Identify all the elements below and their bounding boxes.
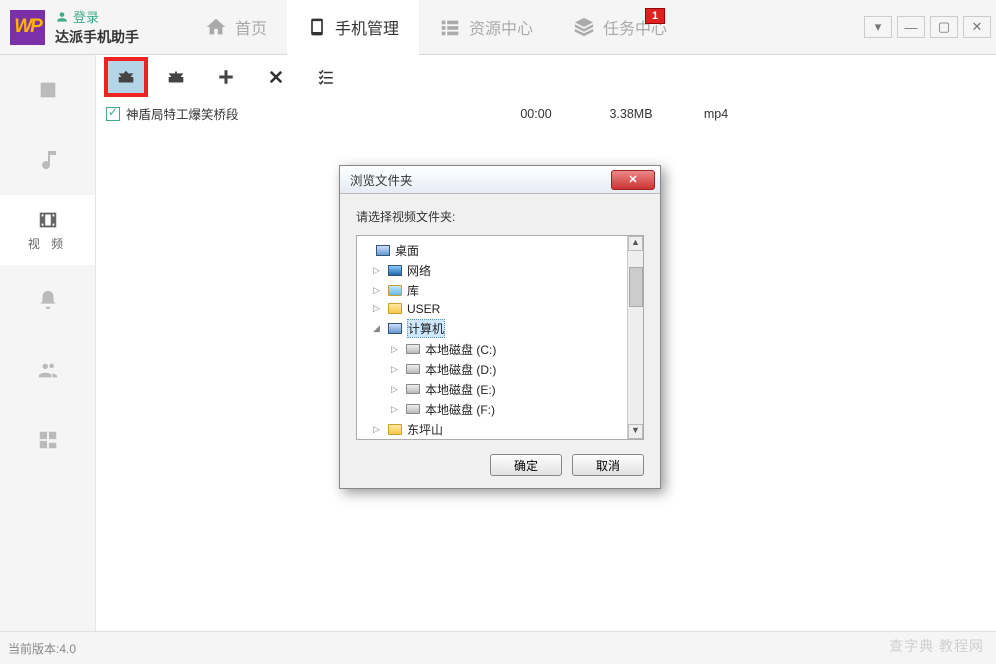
stack-icon [573,16,595,38]
tree-node-drive-d[interactable]: ▷本地磁盘 (D:) [359,359,641,379]
dialog-close-button[interactable]: ✕ [611,170,655,190]
tab-label: 首页 [235,15,267,39]
tree-node-computer[interactable]: ◢计算机 [359,317,641,339]
login-link[interactable]: 登录 [55,7,185,26]
sidebar-item-video[interactable]: 视 频 [0,195,95,265]
tree-label: 东坪山 [407,421,443,438]
dialog-body: 请选择视频文件夹: 桌面 ▷网络 ▷库 ▷USER ◢计算机 ▷本地磁盘 (C:… [340,194,660,488]
grid-icon [439,16,461,38]
tiles-icon [37,429,59,451]
tree-label: USER [407,302,440,316]
add-button[interactable] [204,57,248,97]
tab-tasks[interactable]: 任务中心 1 [553,0,687,55]
tree-node-desktop[interactable]: 桌面 [359,240,641,260]
tree-node-drive-c[interactable]: ▷本地磁盘 (C:) [359,339,641,359]
tab-resources[interactable]: 资源中心 [419,0,553,55]
sidebar-item-apps[interactable] [0,405,95,475]
browse-folder-dialog: 浏览文件夹 ✕ 请选择视频文件夹: 桌面 ▷网络 ▷库 ▷USER ◢计算机 ▷… [339,165,661,489]
list-item[interactable]: 神盾局特工爆笑桥段 00:00 3.38MB mp4 [100,101,996,126]
tree-node-library[interactable]: ▷库 [359,280,641,300]
people-icon [36,359,60,381]
tree-label: 本地磁盘 (E:) [425,381,496,398]
dialog-titlebar[interactable]: 浏览文件夹 ✕ [340,166,660,194]
tree-label: 网络 [407,262,431,279]
window-controls: ▾ — ▢ ✕ [859,16,996,38]
sidebar-item-images[interactable] [0,55,95,125]
task-badge: 1 [645,8,665,24]
select-all-button[interactable] [304,57,348,97]
tree-label: 桌面 [395,242,419,259]
tree-label: 本地磁盘 (C:) [425,341,496,358]
import-icon [114,66,138,88]
user-icon [55,10,69,24]
tree-node-drive-f[interactable]: ▷本地磁盘 (F:) [359,399,641,419]
row-checkbox[interactable] [106,107,120,121]
watermark: 查字典 教程网 [889,636,984,656]
maximize-button[interactable]: ▢ [930,16,958,38]
dropdown-button[interactable]: ▾ [864,16,892,38]
tree-node-user[interactable]: ▷USER [359,300,641,317]
tree-label: 本地磁盘 (D:) [425,361,496,378]
row-format: mp4 [676,107,756,121]
plus-icon [217,68,235,86]
home-icon [205,16,227,38]
cancel-button[interactable]: 取消 [572,454,644,476]
export-button[interactable] [154,57,198,97]
export-icon [164,66,188,88]
checklist-icon [315,68,337,86]
tab-label: 资源中心 [469,15,533,39]
dialog-buttons: 确定 取消 [356,454,644,476]
minimize-button[interactable]: — [897,16,925,38]
import-button[interactable] [104,57,148,97]
row-duration: 00:00 [486,107,586,121]
status-bar: 当前版本:4.0 [0,631,996,664]
toolbar [96,55,996,99]
delete-button[interactable] [254,57,298,97]
row-name: 神盾局特工爆笑桥段 [126,104,486,123]
login-label: 登录 [73,7,99,26]
tab-home[interactable]: 首页 [185,0,287,55]
tree-label: 库 [407,282,419,299]
row-size: 3.38MB [586,107,676,121]
close-button[interactable]: ✕ [963,16,991,38]
bell-icon [37,288,59,312]
video-icon [35,209,61,231]
folder-tree[interactable]: 桌面 ▷网络 ▷库 ▷USER ◢计算机 ▷本地磁盘 (C:) ▷本地磁盘 (D… [356,235,644,440]
sidebar-label: 视 频 [28,235,67,252]
scroll-down-icon[interactable]: ▼ [628,424,643,439]
tab-label: 手机管理 [335,15,399,39]
video-list: 神盾局特工爆笑桥段 00:00 3.38MB mp4 [96,99,996,126]
tree-node-folder[interactable]: 新建 [359,439,641,440]
tree-label: 本地磁盘 (F:) [425,401,495,418]
sidebar-item-music[interactable] [0,125,95,195]
tree-label: 计算机 [407,319,445,338]
dialog-title: 浏览文件夹 [350,170,413,189]
header-tabs: 首页 手机管理 资源中心 任务中心 1 [185,0,687,55]
app-name: 达派手机助手 [55,27,185,47]
tree-node-drive-e[interactable]: ▷本地磁盘 (E:) [359,379,641,399]
sidebar-item-bell[interactable] [0,265,95,335]
x-icon [267,68,285,86]
sidebar: 视 频 [0,55,96,631]
tree-node-folder[interactable]: ▷东坪山 [359,419,641,439]
scroll-up-icon[interactable]: ▲ [628,236,643,251]
app-header: WP 登录 达派手机助手 首页 手机管理 资源中心 任务中心 1 ▾ — ▢ ✕ [0,0,996,55]
tab-phone[interactable]: 手机管理 [287,0,419,55]
ok-button[interactable]: 确定 [490,454,562,476]
phone-icon [307,14,327,40]
tree-scrollbar[interactable]: ▲ ▼ [627,236,643,439]
sidebar-item-contacts[interactable] [0,335,95,405]
music-icon [36,148,60,172]
scroll-thumb[interactable] [629,267,643,307]
image-icon [35,79,61,101]
dialog-prompt: 请选择视频文件夹: [356,208,644,225]
version-label: 当前版本:4.0 [8,640,76,657]
app-logo: WP [10,10,45,45]
login-area: 登录 达派手机助手 [55,7,185,47]
tree-node-network[interactable]: ▷网络 [359,260,641,280]
